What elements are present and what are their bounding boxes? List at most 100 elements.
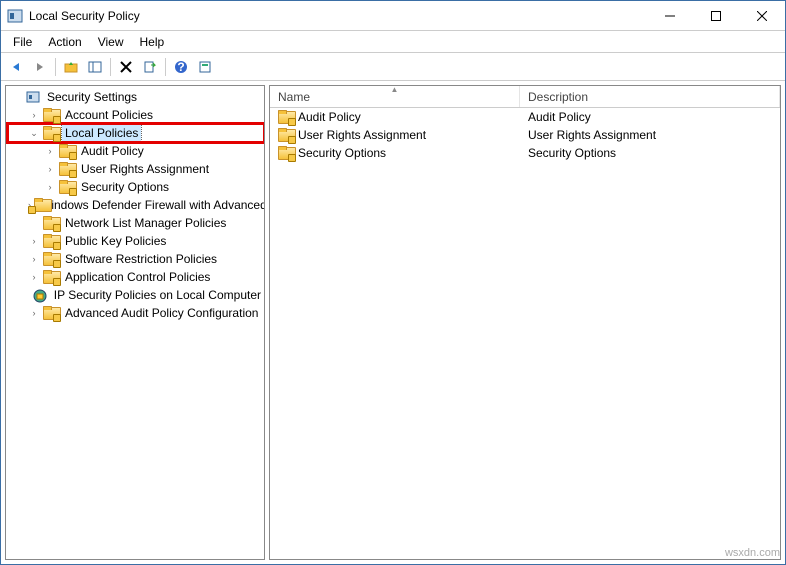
- folder-lock-icon: [59, 180, 75, 194]
- window-controls: [647, 1, 785, 31]
- list-item-name: Audit Policy: [298, 110, 361, 124]
- column-header-name[interactable]: Name ▲: [270, 86, 520, 107]
- tree-pane[interactable]: Security Settings ›Account Policies ⌄ Loca…: [5, 85, 265, 560]
- tree-item-label: IP Security Policies on Local Computer: [51, 287, 264, 303]
- sort-up-icon: ▲: [391, 85, 399, 94]
- expander-icon[interactable]: ›: [44, 146, 56, 156]
- refresh-button[interactable]: [194, 56, 216, 78]
- list-cell-name: Security Options: [270, 146, 520, 160]
- folder-lock-icon: [43, 216, 59, 230]
- tree-item-label: Software Restriction Policies: [62, 251, 220, 267]
- close-button[interactable]: [739, 1, 785, 31]
- export-list-button[interactable]: [139, 56, 161, 78]
- expander-icon[interactable]: ›: [28, 236, 40, 246]
- menu-help[interactable]: Help: [132, 33, 173, 51]
- forward-button[interactable]: [29, 56, 51, 78]
- folder-lock-icon: [59, 162, 75, 176]
- export-list-icon: [143, 60, 157, 74]
- show-tree-button[interactable]: [84, 56, 106, 78]
- folder-lock-icon: [43, 270, 59, 284]
- menu-action[interactable]: Action: [40, 33, 89, 51]
- window-title: Local Security Policy: [29, 9, 647, 23]
- list-cell-description: Security Options: [520, 146, 780, 160]
- security-settings-icon: [25, 89, 41, 105]
- titlebar: Local Security Policy: [1, 1, 785, 31]
- expander-icon[interactable]: ›: [44, 164, 56, 174]
- delete-x-icon: [120, 61, 132, 73]
- tree-root-label: Security Settings: [44, 89, 140, 105]
- app-icon: [7, 8, 23, 24]
- tree-item-label: Security Options: [78, 179, 172, 195]
- tree-item-label: Windows Defender Firewall with Advanced …: [37, 197, 264, 213]
- list-cell-name: User Rights Assignment: [270, 128, 520, 142]
- main-content: Security Settings ›Account Policies ⌄ Loca…: [1, 81, 785, 564]
- tree-item-label: Network List Manager Policies: [62, 215, 229, 231]
- folder-lock-icon: [278, 146, 294, 160]
- maximize-icon: [711, 11, 721, 21]
- tree-item-label: Application Control Policies: [62, 269, 213, 285]
- expander-icon[interactable]: ›: [28, 272, 40, 282]
- forward-arrow-icon: [33, 60, 47, 74]
- expander-icon[interactable]: ›: [28, 308, 40, 318]
- tree-item[interactable]: IP Security Policies on Local Computer: [8, 286, 264, 304]
- expander-icon[interactable]: ›: [28, 110, 40, 120]
- tree-item[interactable]: › Security Options: [8, 178, 264, 196]
- tree-item[interactable]: › Advanced Audit Policy Configuration: [8, 304, 264, 322]
- folder-up-icon: [64, 60, 78, 74]
- tree-item[interactable]: › User Rights Assignment: [8, 160, 264, 178]
- tree-item[interactable]: ›Account Policies: [8, 106, 264, 124]
- tree-item-label: User Rights Assignment: [78, 161, 212, 177]
- expander-icon[interactable]: ⌄: [28, 128, 40, 139]
- help-icon: ?: [174, 60, 188, 74]
- refresh-icon: [198, 60, 212, 74]
- column-header-description[interactable]: Description: [520, 86, 780, 107]
- list-item[interactable]: User Rights Assignment User Rights Assign…: [270, 126, 780, 144]
- close-icon: [757, 11, 767, 21]
- up-level-button[interactable]: [60, 56, 82, 78]
- watermark: wsxdn.com: [725, 547, 780, 559]
- folder-lock-icon: [43, 306, 59, 320]
- menubar: File Action View Help: [1, 31, 785, 53]
- tree-item-label: Advanced Audit Policy Configuration: [62, 305, 261, 321]
- toolbar-separator: [110, 58, 111, 76]
- tree-item[interactable]: › Software Restriction Policies: [8, 250, 264, 268]
- toolbar: ?: [1, 53, 785, 81]
- menu-view[interactable]: View: [90, 33, 132, 51]
- folder-lock-icon: [43, 108, 59, 122]
- list-item-name: User Rights Assignment: [298, 128, 426, 142]
- list-body: Audit PolicyAudit PolicyUser Rights Assi…: [270, 108, 780, 559]
- tree-item[interactable]: ›Windows Defender Firewall with Advanced…: [8, 196, 264, 214]
- back-button[interactable]: [5, 56, 27, 78]
- list-item[interactable]: Audit PolicyAudit Policy: [270, 108, 780, 126]
- expander-icon[interactable]: ›: [28, 254, 40, 264]
- toolbar-separator: [55, 58, 56, 76]
- minimize-button[interactable]: [647, 1, 693, 31]
- tree-item[interactable]: ›Audit Policy: [8, 142, 264, 160]
- ipsec-icon: [32, 288, 48, 302]
- list-cell-description: User Rights Assignment: [520, 128, 780, 142]
- tree-item[interactable]: Network List Manager Policies: [8, 214, 264, 232]
- svg-text:?: ?: [177, 60, 184, 74]
- toolbar-separator: [165, 58, 166, 76]
- folder-lock-icon: [59, 144, 75, 158]
- list-item[interactable]: Security Options Security Options: [270, 144, 780, 162]
- menu-file[interactable]: File: [5, 33, 40, 51]
- tree-item[interactable]: › Application Control Policies: [8, 268, 264, 286]
- back-arrow-icon: [9, 60, 23, 74]
- tree-item[interactable]: ⌄ Local Policies: [8, 124, 264, 142]
- folder-lock-icon: [43, 126, 59, 140]
- list-cell-name: Audit Policy: [270, 110, 520, 124]
- tree-item-label: Public Key Policies: [62, 233, 169, 249]
- tree-item-label: Local Policies: [62, 125, 141, 141]
- minimize-icon: [665, 11, 675, 21]
- column-description-label: Description: [528, 90, 588, 104]
- list-header: Name ▲ Description: [270, 86, 780, 108]
- tree-root[interactable]: Security Settings: [8, 88, 264, 106]
- delete-button[interactable]: [115, 56, 137, 78]
- list-pane: Name ▲ Description Audit PolicyAudit Pol…: [269, 85, 781, 560]
- expander-icon[interactable]: ›: [44, 182, 56, 192]
- list-item-name: Security Options: [298, 146, 386, 160]
- tree-item[interactable]: › Public Key Policies: [8, 232, 264, 250]
- maximize-button[interactable]: [693, 1, 739, 31]
- help-button[interactable]: ?: [170, 56, 192, 78]
